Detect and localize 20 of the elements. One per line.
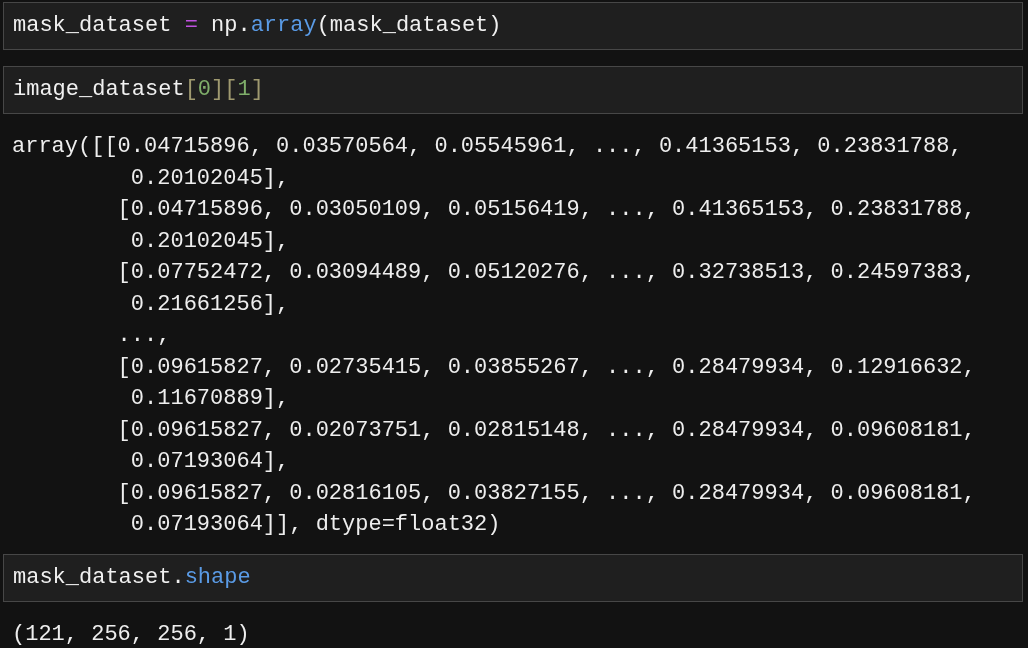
output-line: 0.07193064], xyxy=(129,448,290,476)
output-line: 0.20102045], xyxy=(129,164,290,193)
output-line: 0.20102045], xyxy=(129,227,290,256)
code-line: mask_dataset = np.array(mask_dataset) xyxy=(13,13,502,38)
output-line: [0.09615827, 0.02816105, 0.03827155, ..., 0.28479934, 0.09608181, xyxy=(116,479,976,508)
output-line: ..., xyxy=(116,322,171,350)
output-line: 0.21661256], xyxy=(129,290,290,319)
code-line: image_dataset[0][1] xyxy=(13,77,264,102)
code-line: mask_dataset.shape xyxy=(13,564,251,590)
output-line: [0.07752472, 0.03094489, 0.05120276, ..., 0.32738513, 0.24597383, xyxy=(116,259,976,287)
output-line: 0.11670889], xyxy=(129,385,290,413)
output-line: (121, 256, 256, 1) xyxy=(12,620,250,648)
output-line: array([[0.04715896, 0.03570564, 0.05545961, ..., 0.41365153, 0.23831788, xyxy=(12,133,963,161)
output-line: [0.04715896, 0.03050109, 0.05156419, ..., 0.41365153, 0.23831788, xyxy=(116,196,976,224)
output-line: [0.09615827, 0.02735415, 0.03855267, ..., 0.28479934, 0.12916632, xyxy=(116,353,976,382)
code-cell[interactable]: image_dataset[0][1] xyxy=(3,66,1023,114)
output-line: [0.09615827, 0.02073751, 0.02815148, ..., 0.28479934, 0.09608181, xyxy=(116,416,976,445)
code-cell[interactable]: mask_dataset.shape xyxy=(3,553,1023,602)
code-cell[interactable]: mask_dataset = np.array(mask_dataset) xyxy=(3,2,1023,50)
output-line: 0.07193064]], dtype=float32) xyxy=(129,511,501,539)
